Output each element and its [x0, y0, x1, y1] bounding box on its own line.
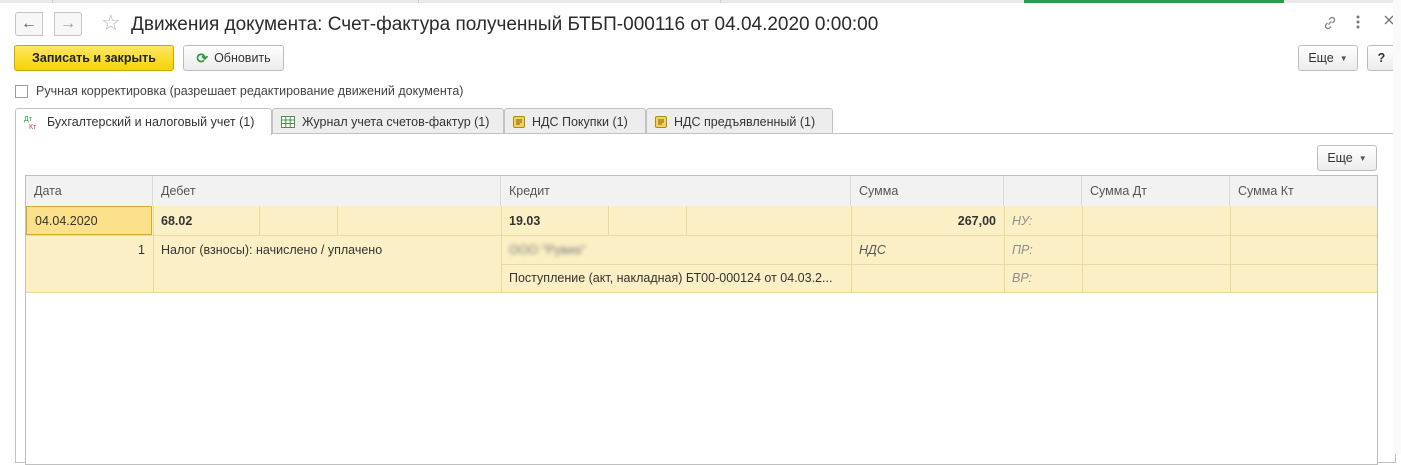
back-button[interactable]: ←	[15, 12, 43, 36]
tax-label-pr: ПР:	[1012, 242, 1033, 257]
column-header[interactable]: Дата	[26, 176, 153, 206]
column-header[interactable]: Сумма	[851, 176, 1004, 206]
column-header[interactable]: Сумма Дт	[1082, 176, 1230, 206]
tab-label: НДС предъявленный (1)	[674, 114, 816, 129]
debit-subconto-cell[interactable]: Налог (взносы): начислено / уплачено	[153, 235, 501, 264]
column-header[interactable]	[1004, 176, 1082, 206]
movements-table[interactable]: Дата Дебет Кредит Сумма Сумма Дт Сумма К…	[25, 175, 1378, 465]
manual-edit-label[interactable]: Ручная корректировка (разрешает редактир…	[36, 84, 463, 98]
tab-accounting[interactable]: Дт Кт Бухгалтерский и налоговый учет (1)	[15, 108, 272, 135]
chevron-down-icon: ▼	[1339, 53, 1348, 63]
line-number-cell: 1	[138, 242, 145, 257]
more-label: Еще	[1308, 51, 1334, 65]
refresh-label: Обновить	[214, 51, 271, 65]
table-row[interactable]: 04.04.2020 68.02 19.03 267,00 НУ: 1 Нало…	[26, 206, 1377, 293]
credit-account-cell[interactable]: 19.03	[501, 206, 608, 235]
vertical-dots-icon[interactable]	[1355, 13, 1361, 35]
column-header[interactable]: Сумма Кт	[1230, 176, 1377, 206]
forward-button[interactable]: →	[54, 12, 82, 36]
table-icon	[281, 115, 295, 128]
save-and-close-button[interactable]: Записать и закрыть	[14, 45, 174, 71]
command-bar: Записать и закрыть ⟳ Обновить Еще ▼ ?	[0, 45, 1401, 73]
tab-label: НДС Покупки (1)	[532, 114, 628, 129]
credit-subconto-document[interactable]: Поступление (акт, накладная) БТ00-000124…	[501, 264, 851, 292]
chevron-down-icon: ▼	[1358, 153, 1367, 163]
link-icon[interactable]	[1322, 15, 1338, 35]
tax-label-nu: НУ:	[1012, 213, 1033, 228]
amount-note-cell: НДС	[859, 242, 886, 257]
refresh-icon: ⟳	[196, 49, 209, 66]
panel-more-button[interactable]: Еще ▼	[1317, 145, 1377, 171]
date-cell[interactable]: 04.04.2020	[26, 206, 152, 235]
credit-subconto-counterparty[interactable]: ООО "Рувиа"	[501, 235, 851, 264]
debit-account-cell[interactable]: 68.02	[153, 206, 259, 235]
page-title: Движения документа: Счет-фактура получен…	[131, 14, 879, 35]
refresh-button[interactable]: ⟳ Обновить	[183, 45, 284, 71]
dt-kt-icon: Дт Кт	[24, 114, 40, 130]
title-bar: ← → ☆ Движения документа: Счет-фактура п…	[0, 3, 1401, 43]
window-edge	[1393, 0, 1401, 454]
arrow-right-icon: →	[60, 15, 76, 32]
table-header: Дата Дебет Кредит Сумма Сумма Дт Сумма К…	[26, 176, 1377, 207]
tax-label-vr: ВР:	[1012, 271, 1033, 285]
column-header[interactable]: Дебет	[153, 176, 501, 206]
svg-text:Кт: Кт	[29, 124, 37, 130]
tab-vat-presented[interactable]: НДС предъявленный (1)	[646, 108, 833, 134]
manual-edit-checkbox[interactable]	[15, 84, 28, 98]
arrow-left-icon: ←	[21, 15, 37, 32]
tab-label: Журнал учета счетов-фактур (1)	[302, 114, 490, 129]
tab-label: Бухгалтерский и налоговый учет (1)	[47, 115, 255, 129]
svg-text:Дт: Дт	[24, 116, 33, 123]
more-label: Еще	[1327, 151, 1353, 165]
column-header[interactable]: Кредит	[501, 176, 851, 206]
tab-invoice-journal[interactable]: Журнал учета счетов-фактур (1)	[272, 108, 504, 134]
register-icon	[655, 115, 667, 128]
register-icon	[513, 115, 525, 128]
tab-vat-purchases[interactable]: НДС Покупки (1)	[504, 108, 646, 134]
amount-cell[interactable]: 267,00	[851, 206, 1004, 235]
manual-edit-row: Ручная корректировка (разрешает редактир…	[15, 82, 463, 100]
more-button[interactable]: Еще ▼	[1298, 45, 1358, 71]
help-button[interactable]: ?	[1367, 45, 1396, 71]
star-icon[interactable]: ☆	[101, 12, 121, 34]
